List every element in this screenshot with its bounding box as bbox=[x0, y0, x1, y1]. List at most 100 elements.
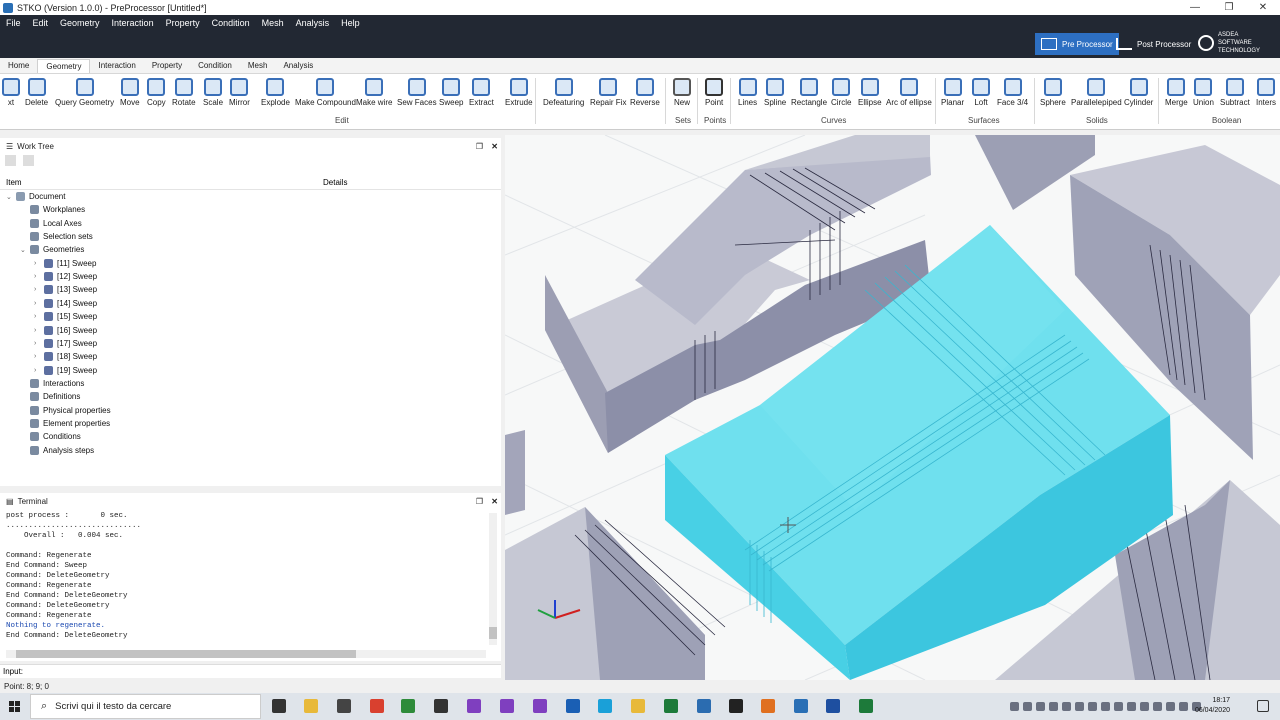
tab-condition[interactable]: Condition bbox=[190, 59, 240, 73]
tray-icon[interactable] bbox=[1179, 702, 1188, 711]
tree-item-sweep[interactable]: › [16] Sweep bbox=[34, 324, 97, 337]
down-arrow-icon[interactable] bbox=[23, 155, 34, 166]
subtract-button[interactable]: Subtract bbox=[1220, 78, 1250, 107]
command-input[interactable] bbox=[26, 666, 496, 677]
close-panel-icon[interactable]: ✕ bbox=[491, 497, 498, 506]
visual-studio-icon[interactable] bbox=[533, 699, 547, 713]
folder-icon[interactable] bbox=[631, 699, 645, 713]
sphere-button[interactable]: Sphere bbox=[1040, 78, 1066, 107]
windows-start-icon[interactable] bbox=[9, 701, 21, 713]
tray-icon[interactable] bbox=[1153, 702, 1162, 711]
tree-item-sweep[interactable]: › [19] Sweep bbox=[34, 364, 97, 377]
copy-button[interactable]: Copy bbox=[147, 78, 166, 107]
lines-button[interactable]: Lines bbox=[738, 78, 757, 107]
expand-arrow-icon[interactable]: ⌄ bbox=[20, 246, 30, 254]
stko-wave-icon[interactable] bbox=[794, 699, 808, 713]
task-view-icon[interactable] bbox=[272, 699, 286, 713]
tree-item-selection-sets[interactable]: Selection sets bbox=[20, 230, 93, 243]
new-button[interactable]: New bbox=[673, 78, 691, 107]
inters-button[interactable]: Inters bbox=[1256, 78, 1276, 107]
menu-property[interactable]: Property bbox=[160, 18, 206, 28]
tray-icon[interactable] bbox=[1023, 702, 1032, 711]
merge-button[interactable]: Merge bbox=[1165, 78, 1188, 107]
maximize-icon[interactable]: ❐ bbox=[1212, 0, 1246, 15]
skype-icon[interactable] bbox=[598, 699, 612, 713]
tree-item-workplanes[interactable]: Workplanes bbox=[20, 203, 85, 216]
sweep-button[interactable]: Sweep bbox=[439, 78, 463, 107]
terminal-icon[interactable] bbox=[729, 699, 743, 713]
expand-arrow-icon[interactable]: › bbox=[34, 260, 44, 267]
tree-item-element-properties[interactable]: Element properties bbox=[20, 417, 110, 430]
mirror-button[interactable]: Mirror bbox=[229, 78, 250, 107]
extrude-button[interactable]: Extrude bbox=[505, 78, 533, 107]
3d-viewport[interactable] bbox=[505, 135, 1280, 680]
close-icon[interactable]: ✕ bbox=[1246, 0, 1280, 15]
app-icon[interactable] bbox=[434, 699, 448, 713]
union-button[interactable]: Union bbox=[1193, 78, 1214, 107]
defeaturing-button[interactable]: Defeaturing bbox=[543, 78, 584, 107]
tray-icon[interactable] bbox=[1088, 702, 1097, 711]
delete-button[interactable]: Delete bbox=[25, 78, 48, 107]
close-panel-icon[interactable]: ✕ bbox=[491, 142, 498, 151]
menu-help[interactable]: Help bbox=[335, 18, 366, 28]
tray-icon[interactable] bbox=[1062, 702, 1071, 711]
expand-arrow-icon[interactable]: › bbox=[34, 313, 44, 320]
outlook-icon[interactable] bbox=[566, 699, 580, 713]
tree-item-geometries[interactable]: ⌄ Geometries bbox=[20, 243, 84, 256]
extract-button[interactable]: Extract bbox=[469, 78, 494, 107]
expand-arrow-icon[interactable]: › bbox=[34, 353, 44, 360]
expand-arrow-icon[interactable]: › bbox=[34, 327, 44, 334]
menu-condition[interactable]: Condition bbox=[206, 18, 256, 28]
expand-arrow-icon[interactable]: › bbox=[34, 273, 44, 280]
menu-edit[interactable]: Edit bbox=[27, 18, 55, 28]
undock-icon[interactable]: ❐ bbox=[476, 142, 483, 151]
expand-arrow-icon[interactable]: › bbox=[34, 340, 44, 347]
terminal-hscrollbar[interactable] bbox=[6, 650, 486, 658]
tree-item-analysis-steps[interactable]: Analysis steps bbox=[20, 444, 94, 457]
tree-item-sweep[interactable]: › [12] Sweep bbox=[34, 270, 97, 283]
xt-button[interactable]: xt bbox=[2, 78, 20, 107]
loft-button[interactable]: Loft bbox=[972, 78, 990, 107]
tree-item-definitions[interactable]: Definitions bbox=[20, 390, 80, 403]
menu-file[interactable]: File bbox=[0, 18, 27, 28]
edge-icon[interactable] bbox=[337, 699, 351, 713]
pre-processor-button[interactable]: Pre Processor bbox=[1035, 33, 1119, 55]
up-arrow-icon[interactable] bbox=[5, 155, 16, 166]
explode-button[interactable]: Explode bbox=[261, 78, 290, 107]
cylinder-button[interactable]: Cylinder bbox=[1124, 78, 1153, 107]
tab-interaction[interactable]: Interaction bbox=[90, 59, 143, 73]
tree-item-interactions[interactable]: Interactions bbox=[20, 377, 84, 390]
reverse-button[interactable]: Reverse bbox=[630, 78, 660, 107]
expand-arrow-icon[interactable]: ⌄ bbox=[6, 193, 16, 201]
sew-faces-button[interactable]: Sew Faces bbox=[397, 78, 437, 107]
tray-icon[interactable] bbox=[1166, 702, 1175, 711]
chrome-icon[interactable] bbox=[370, 699, 384, 713]
tree-item-sweep[interactable]: › [11] Sweep bbox=[34, 257, 96, 270]
tree-item-physical-properties[interactable]: Physical properties bbox=[20, 404, 111, 417]
expand-arrow-icon[interactable]: › bbox=[34, 367, 44, 374]
app-icon[interactable] bbox=[664, 699, 678, 713]
point-button[interactable]: Point bbox=[705, 78, 723, 107]
stko-icon[interactable] bbox=[761, 699, 775, 713]
arc-of-ellipse-button[interactable]: Arc of ellipse bbox=[886, 78, 932, 107]
tab-mesh[interactable]: Mesh bbox=[240, 59, 276, 73]
tree-item-sweep[interactable]: › [15] Sweep bbox=[34, 310, 97, 323]
make-wire-button[interactable]: Make wire bbox=[356, 78, 392, 107]
tree-item-sweep[interactable]: › [17] Sweep bbox=[34, 337, 97, 350]
tree-item-local-axes[interactable]: Local Axes bbox=[20, 217, 82, 230]
column-details[interactable]: Details bbox=[323, 178, 347, 187]
move-button[interactable]: Move bbox=[120, 78, 140, 107]
tab-property[interactable]: Property bbox=[144, 59, 190, 73]
column-item[interactable]: Item bbox=[6, 178, 22, 187]
taskbar-clock[interactable]: 18:17 06/04/2020 bbox=[1195, 696, 1230, 716]
face-3-4-button[interactable]: Face 3/4 bbox=[997, 78, 1028, 107]
remote-desktop-icon[interactable] bbox=[697, 699, 711, 713]
make-compound-button[interactable]: Make Compound bbox=[295, 78, 356, 107]
repair-fix-button[interactable]: Repair Fix bbox=[590, 78, 626, 107]
scale-button[interactable]: Scale bbox=[203, 78, 223, 107]
notepad-icon[interactable] bbox=[401, 699, 415, 713]
scrollbar-thumb[interactable] bbox=[16, 650, 356, 658]
tray-icon[interactable] bbox=[1036, 702, 1045, 711]
tree-item-document[interactable]: ⌄ Document bbox=[6, 190, 65, 203]
tree-item-sweep[interactable]: › [18] Sweep bbox=[34, 350, 97, 363]
